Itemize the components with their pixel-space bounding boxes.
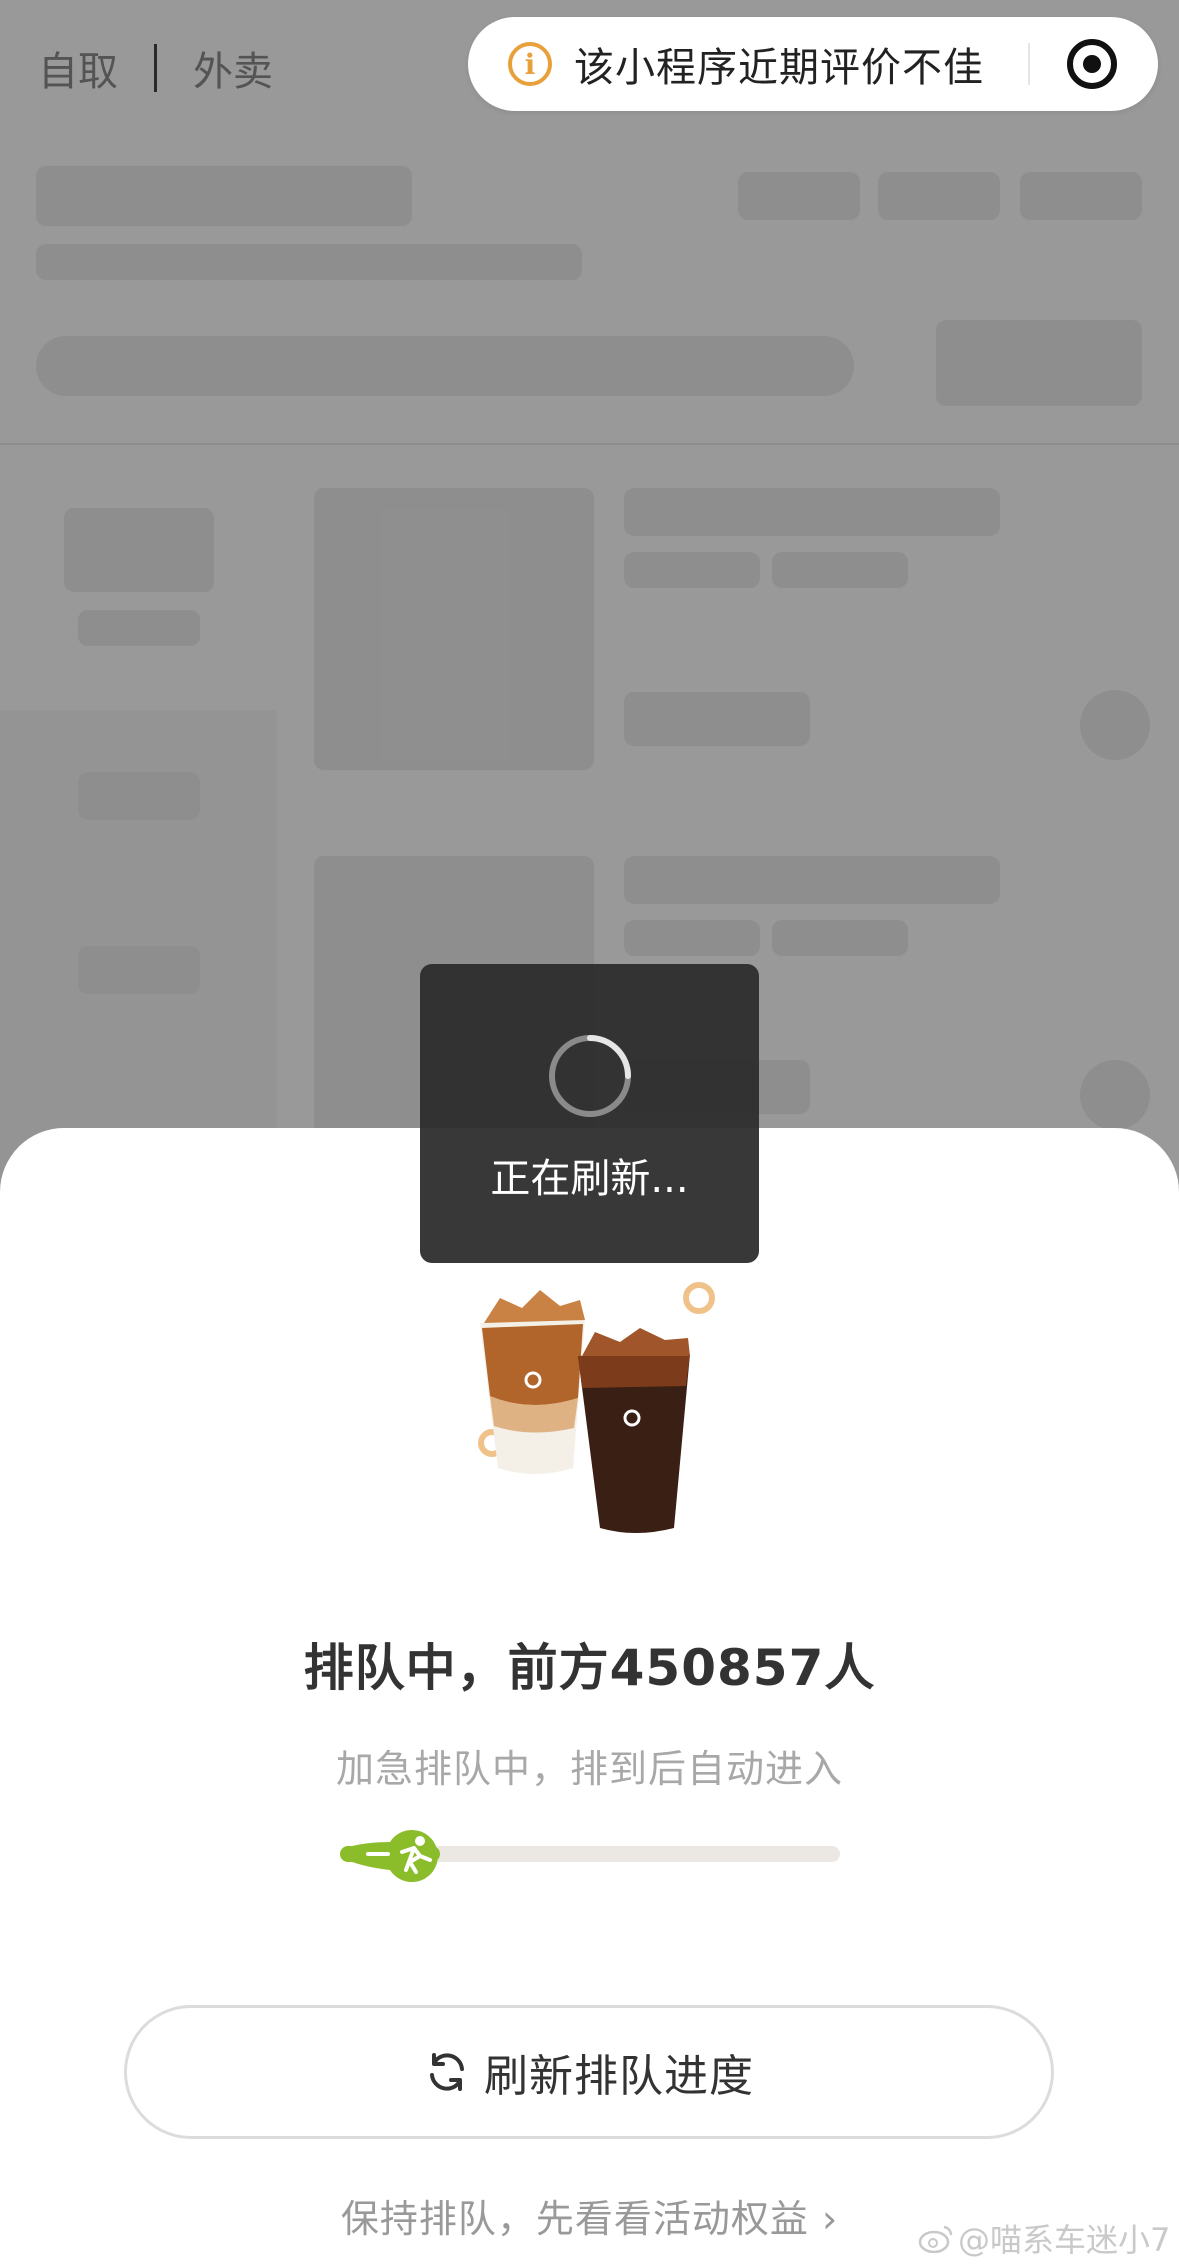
coffee-cups-illustration bbox=[478, 1282, 715, 1533]
notice-text: 该小程序近期评价不佳 bbox=[574, 45, 984, 91]
low-rating-notice[interactable]: i 该小程序近期评价不佳 bbox=[468, 17, 1158, 111]
refresh-button-label: 刷新排队进度 bbox=[484, 2051, 754, 2102]
loading-toast: 正在刷新... bbox=[420, 964, 759, 1263]
refresh-queue-button[interactable]: 刷新排队进度 bbox=[124, 2005, 1054, 2139]
refresh-icon bbox=[430, 2053, 464, 2091]
toast-text: 正在刷新... bbox=[490, 1156, 689, 1202]
divider bbox=[1028, 43, 1030, 85]
queue-subline: 加急排队中，排到后自动进入 bbox=[335, 1747, 843, 1791]
weibo-icon bbox=[918, 2225, 953, 2253]
runner-icon bbox=[340, 1830, 438, 1882]
queue-headline: 排队中，前方450857人 bbox=[303, 1639, 876, 1697]
target-icon[interactable] bbox=[1067, 39, 1117, 89]
loading-spinner-icon bbox=[549, 1035, 631, 1117]
watermark: @喵系车迷小7 bbox=[918, 2215, 1170, 2261]
info-icon: i bbox=[508, 42, 552, 86]
watermark-text: @喵系车迷小7 bbox=[958, 2221, 1171, 2259]
